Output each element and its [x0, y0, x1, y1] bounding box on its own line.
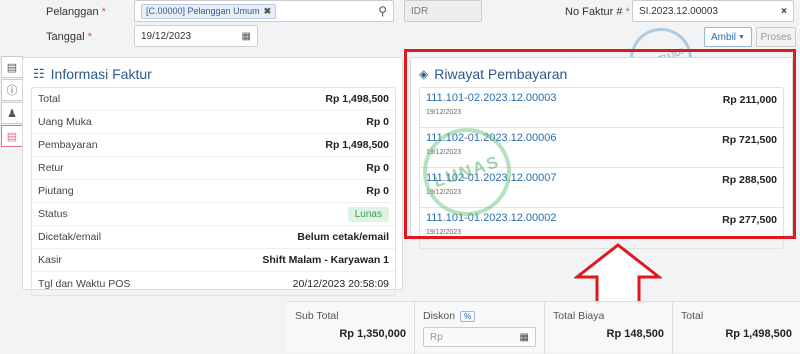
diskon-percent-toggle[interactable]: %	[460, 310, 476, 322]
proses-button[interactable]: Proses	[756, 27, 796, 47]
info-row-pembayaran: Pembayaran Rp 1,498,500	[32, 134, 395, 157]
info-row-uangmuka: Uang Muka Rp 0	[32, 111, 395, 134]
diskon-label: Diskon %	[423, 310, 536, 322]
calendar-icon[interactable]: ▦	[242, 31, 251, 42]
info-row-total: Total Rp 1,498,500	[32, 88, 395, 111]
info-tab-icon[interactable]: ⓘ	[1, 79, 23, 101]
side-tabs: ▤ ⓘ ♟ ▤	[1, 56, 23, 147]
info-row-dicetak: Dicetak/email Belum cetak/email	[32, 226, 395, 249]
subtotal-label: Sub Total	[295, 310, 339, 322]
payment-tab-icon[interactable]: ▤	[1, 125, 23, 147]
biaya-value: Rp 148,500	[606, 328, 664, 340]
diskon-cell: Diskon % Rp ▦	[415, 302, 545, 354]
ambil-button[interactable]: Ambil ▼	[704, 27, 752, 47]
informasi-faktur-panel: ☷ Informasi Faktur Total Rp 1,498,500 Uan…	[22, 57, 403, 296]
biaya-label: Total Biaya	[553, 310, 605, 322]
chevron-down-icon: ▼	[738, 33, 745, 41]
informasi-faktur-heading: ☷ Informasi Faktur	[33, 66, 152, 82]
tanggal-label: Tanggal *	[46, 31, 92, 43]
info-row-piutang: Piutang Rp 0	[32, 180, 395, 203]
subtotal-cell: Sub Total Rp 1,350,000	[287, 302, 415, 354]
info-table: Total Rp 1,498,500 Uang Muka Rp 0 Pembayar…	[31, 87, 396, 296]
document-tab-icon[interactable]: ▤	[1, 56, 23, 78]
info-row-kasir: Kasir Shift Malam - Karyawan 1	[32, 249, 395, 272]
total-label: Total	[681, 310, 704, 322]
diskon-input[interactable]: Rp ▦	[423, 327, 536, 347]
total-value: Rp 1,498,500	[725, 328, 792, 340]
invoice-icon: ☷	[33, 66, 45, 81]
info-row-status: Status Lunas	[32, 203, 395, 226]
highlight-box	[404, 49, 796, 239]
pelanggan-chip: [C.00000] Pelanggan Umum ✖	[141, 3, 277, 19]
search-icon[interactable]: ⚲	[378, 4, 387, 18]
clear-icon[interactable]: ×	[781, 6, 787, 17]
subtotal-value: Rp 1,350,000	[339, 328, 406, 340]
status-badge: Lunas	[347, 206, 389, 222]
info-row-retur: Retur Rp 0	[32, 157, 395, 180]
total-cell: Total Rp 1,498,500	[673, 302, 800, 354]
pelanggan-label: Pelanggan *	[46, 6, 106, 18]
pelanggan-select[interactable]: [C.00000] Pelanggan Umum ✖ ⚲	[134, 0, 394, 22]
biaya-cell: Total Biaya Rp 148,500	[545, 302, 673, 354]
info-row-pos-time: Tgl dan Waktu POS 20/12/2023 20:58:09	[38, 277, 389, 290]
user-tab-icon[interactable]: ♟	[1, 102, 23, 124]
summary-bar: Sub Total Rp 1,350,000 Diskon % Rp ▦ Tot…	[287, 301, 800, 354]
currency-field: IDR	[404, 0, 482, 22]
tanggal-field[interactable]: 19/12/2023 ▦	[134, 25, 258, 47]
nofaktur-label: No Faktur # *	[565, 6, 630, 18]
remove-chip-icon[interactable]: ✖	[264, 6, 272, 17]
nofaktur-field[interactable]: SI.2023.12.00003 ×	[632, 0, 794, 22]
calculator-icon[interactable]: ▦	[520, 332, 529, 343]
